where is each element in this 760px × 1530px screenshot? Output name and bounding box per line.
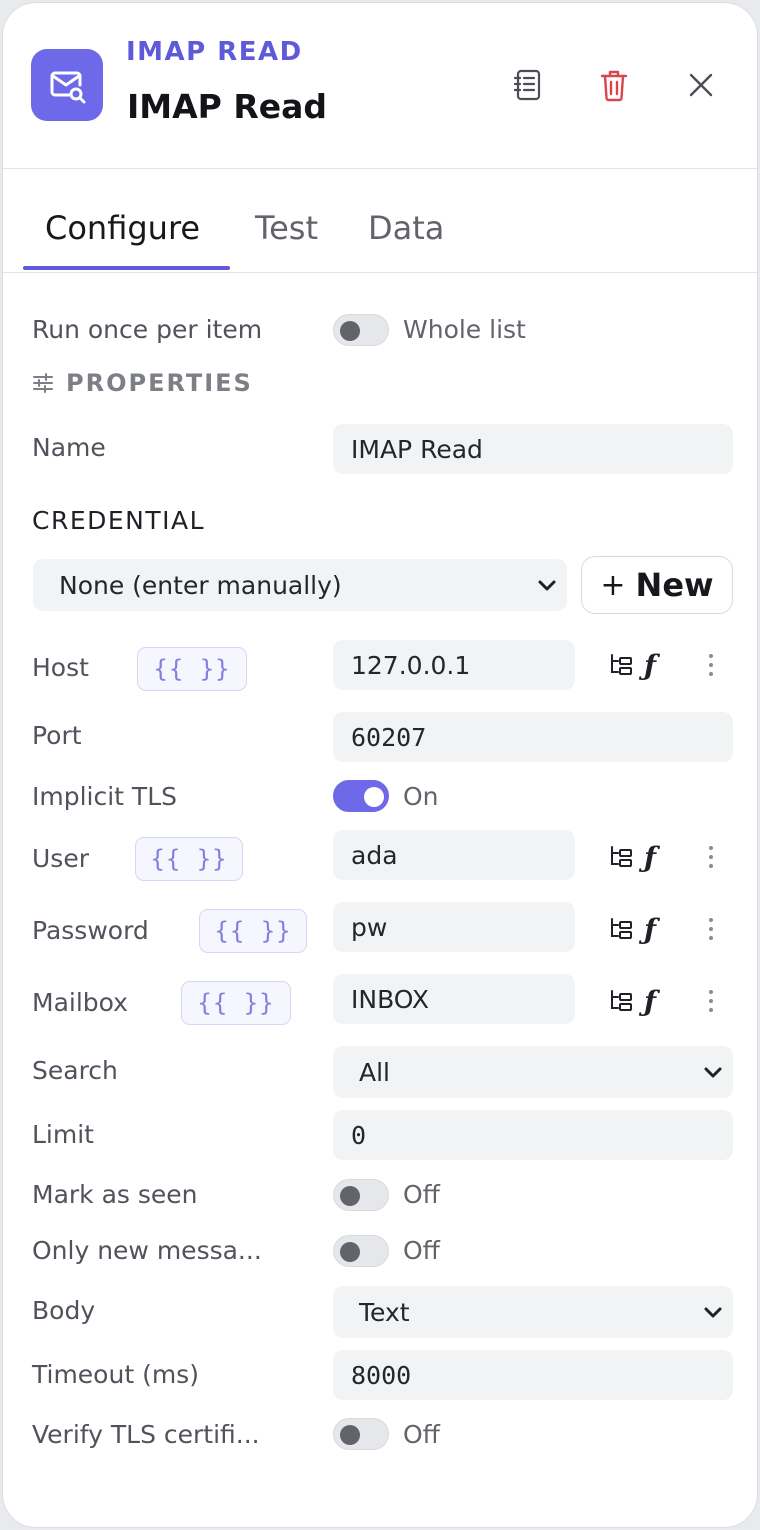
- tab-data[interactable]: Data: [368, 209, 444, 247]
- password-field-actions: ƒ: [603, 904, 723, 954]
- function-icon[interactable]: ƒ: [644, 649, 656, 682]
- more-vertical-icon[interactable]: [701, 846, 721, 868]
- password-template-button[interactable]: {{ }}: [199, 909, 307, 953]
- credential-heading: CREDENTIAL: [32, 506, 206, 535]
- timeout-label: Timeout (ms): [32, 1360, 199, 1389]
- verify-tls-toggle-text: Off: [403, 1420, 440, 1449]
- name-label: Name: [32, 433, 106, 462]
- mailbox-label: Mailbox: [32, 988, 128, 1017]
- more-vertical-icon[interactable]: [701, 654, 721, 676]
- body-select[interactable]: Text: [333, 1286, 733, 1338]
- tab-configure[interactable]: Configure: [45, 209, 200, 247]
- mark-as-seen-label: Mark as seen: [32, 1180, 198, 1209]
- properties-heading-text: PROPERTIES: [66, 369, 253, 397]
- host-label: Host: [32, 653, 89, 682]
- host-field-actions: ƒ: [603, 640, 723, 690]
- plus-icon: +: [600, 567, 626, 603]
- port-input[interactable]: 60207: [333, 712, 733, 762]
- more-vertical-icon[interactable]: [701, 918, 721, 940]
- tree-picker-icon[interactable]: [606, 650, 636, 680]
- chevron-down-icon: [699, 1298, 727, 1332]
- host-input[interactable]: 127.0.0.1: [333, 640, 575, 690]
- function-icon[interactable]: ƒ: [644, 913, 656, 946]
- user-label: User: [32, 844, 89, 873]
- function-icon[interactable]: ƒ: [644, 985, 656, 1018]
- mailbox-field-actions: ƒ: [603, 976, 723, 1026]
- node-type-label: IMAP READ: [126, 37, 303, 67]
- user-field-actions: ƒ: [603, 832, 723, 882]
- limit-label: Limit: [32, 1120, 94, 1149]
- tree-picker-icon[interactable]: [606, 914, 636, 944]
- mailbox-template-button[interactable]: {{ }}: [181, 981, 291, 1025]
- more-vertical-icon[interactable]: [701, 990, 721, 1012]
- password-label: Password: [32, 916, 149, 945]
- search-select-value: All: [359, 1057, 390, 1087]
- tree-picker-icon[interactable]: [606, 842, 636, 872]
- verify-tls-label: Verify TLS certifi...: [32, 1420, 260, 1449]
- notebook-icon[interactable]: [506, 63, 550, 107]
- run-mode-toggle[interactable]: [333, 314, 389, 346]
- credential-select[interactable]: None (enter manually): [33, 559, 567, 611]
- mark-as-seen-toggle[interactable]: [333, 1179, 389, 1211]
- panel-header: IMAP READ IMAP Read: [3, 3, 757, 169]
- function-icon[interactable]: ƒ: [644, 841, 656, 874]
- mark-as-seen-toggle-text: Off: [403, 1180, 440, 1209]
- tab-test[interactable]: Test: [255, 209, 318, 247]
- host-template-button[interactable]: {{ }}: [137, 647, 247, 691]
- implicit-tls-toggle[interactable]: [333, 780, 389, 812]
- user-input[interactable]: ada: [333, 830, 575, 880]
- only-new-toggle[interactable]: [333, 1235, 389, 1267]
- verify-tls-toggle[interactable]: [333, 1418, 389, 1450]
- only-new-label: Only new messa...: [32, 1236, 262, 1265]
- node-title: IMAP Read: [127, 87, 328, 126]
- new-credential-label: New: [635, 566, 714, 604]
- search-select[interactable]: All: [333, 1046, 733, 1098]
- sliders-icon: [33, 373, 53, 393]
- body-label: Body: [32, 1296, 96, 1325]
- password-input[interactable]: pw: [333, 902, 575, 952]
- close-icon[interactable]: [679, 63, 723, 107]
- port-label: Port: [32, 721, 82, 750]
- chevron-down-icon: [533, 571, 561, 605]
- node-config-panel: IMAP READ IMAP Read Configure Test Data …: [2, 2, 758, 1528]
- active-tab-indicator: [23, 266, 230, 270]
- tree-picker-icon[interactable]: [606, 986, 636, 1016]
- implicit-tls-toggle-text: On: [403, 782, 439, 811]
- body-select-value: Text: [359, 1297, 410, 1327]
- run-mode-toggle-text: Whole list: [403, 315, 526, 344]
- timeout-input[interactable]: 8000: [333, 1350, 733, 1400]
- search-label: Search: [32, 1056, 118, 1085]
- new-credential-button[interactable]: + New: [581, 556, 733, 614]
- mailbox-input[interactable]: INBOX: [333, 974, 575, 1024]
- tab-bar: Configure Test Data: [3, 169, 757, 273]
- run-mode-label: Run once per item: [32, 315, 263, 344]
- name-input[interactable]: IMAP Read: [333, 424, 733, 474]
- chevron-down-icon: [699, 1058, 727, 1092]
- user-template-button[interactable]: {{ }}: [135, 837, 243, 881]
- credential-select-value: None (enter manually): [59, 570, 342, 600]
- mail-search-icon: [31, 49, 103, 121]
- trash-icon[interactable]: [592, 63, 636, 107]
- properties-heading: PROPERTIES: [32, 369, 253, 397]
- only-new-toggle-text: Off: [403, 1236, 440, 1265]
- implicit-tls-label: Implicit TLS: [32, 782, 177, 811]
- limit-input[interactable]: 0: [333, 1110, 733, 1160]
